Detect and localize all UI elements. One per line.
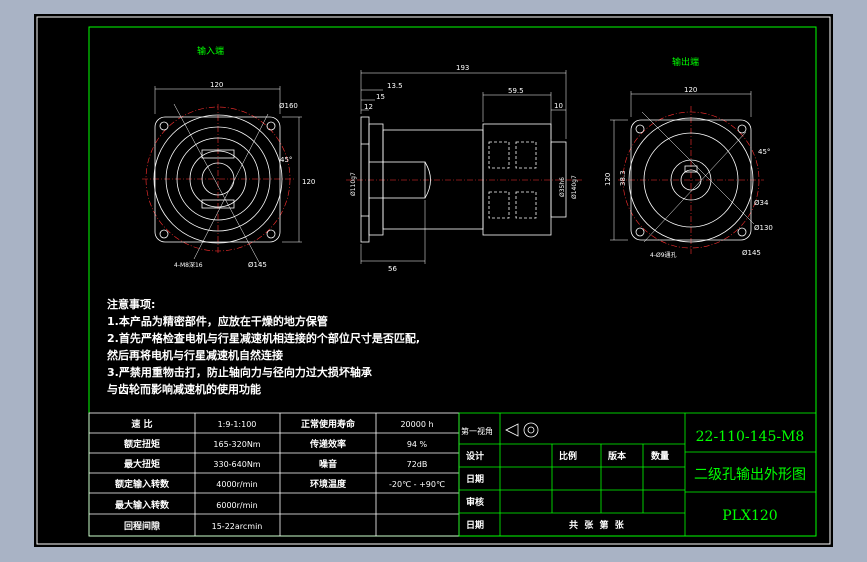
spec-value-r1: 94 % xyxy=(407,440,428,449)
input-end-view: 输入端 120 Ø160 45° 120 4-M8深16 Ø145 xyxy=(142,45,315,269)
dim-out-hole: 4-Ø9通孔 xyxy=(650,251,677,259)
sheets-label: 共 张 第 张 xyxy=(569,519,625,531)
spec-label-r2: 噪音 xyxy=(319,458,337,470)
dim-input-d145: Ø145 xyxy=(248,261,267,269)
audit-label: 审核 xyxy=(466,496,484,508)
inner-frame xyxy=(88,26,817,537)
spec-value-r0: 1:9-1:100 xyxy=(218,420,257,429)
spec-label-r2: 最大扭矩 xyxy=(124,458,160,470)
view-angle-label: 第一视角 xyxy=(461,426,493,436)
dim-side-d140: Ø140g7 xyxy=(571,175,578,199)
dim-side-12: 12 xyxy=(364,103,373,111)
side-view: 193 13.5 15 12 59.5 10 Ø110g7 Ø35h6 Ø140… xyxy=(346,64,582,273)
dim-out-38-3: 38.3 xyxy=(619,170,627,186)
spec-value-r3: 4000r/min xyxy=(216,480,257,489)
spec-value-r3: -20℃ - +90℃ xyxy=(389,480,445,489)
quantity-label: 数量 xyxy=(651,450,669,462)
dim-input-hole: 4-M8深16 xyxy=(174,261,203,269)
dim-out-120: 120 xyxy=(604,173,612,186)
dim-side-13-5: 13.5 xyxy=(387,82,403,90)
note-line-3: 然后再将电机与行星减速机自然连接 xyxy=(107,349,283,362)
dim-input-45: 45° xyxy=(280,156,292,164)
design-label: 设计 xyxy=(466,450,484,462)
spec-value-r2: 330-640Nm xyxy=(213,460,260,469)
dim-out-width: 120 xyxy=(684,86,697,94)
dim-out-d145: Ø145 xyxy=(742,249,761,257)
dim-side-d35: Ø35h6 xyxy=(559,177,566,197)
spec-value-r5: 15-22arcmin xyxy=(212,522,263,531)
scale-label: 比例 xyxy=(559,450,577,462)
note-line-5: 与齿轮而影响减速机的使用功能 xyxy=(107,383,261,396)
dim-out-d34: Ø34 xyxy=(754,199,769,207)
output-view-label: 输出端 xyxy=(672,56,699,68)
dim-side-d110: Ø110g7 xyxy=(350,172,357,196)
spec-value-r1: 165-320Nm xyxy=(213,440,260,449)
note-line-4: 3.严禁用重物击打，防止轴向力与径向力过大损坏轴承 xyxy=(107,366,372,379)
drawing-number: 22-110-145-M8 xyxy=(696,429,805,445)
dim-input-120: 120 xyxy=(302,178,315,186)
first-angle-symbol xyxy=(505,422,539,438)
version-label: 版本 xyxy=(607,450,627,462)
dim-side-15: 15 xyxy=(376,93,385,101)
model-number: PLX120 xyxy=(722,508,777,524)
drawing-title: 二级孔输出外形图 xyxy=(694,467,806,483)
cad-drawing: 输入端 120 Ø160 45° 120 4-M8深16 Ø145 193 13… xyxy=(36,16,831,545)
spec-table xyxy=(88,412,460,537)
dim-input-d160: Ø160 xyxy=(279,102,298,110)
dim-side-59-5: 59.5 xyxy=(508,87,524,95)
spec-value-r4: 6000r/min xyxy=(216,501,257,510)
drawing-sheet: 输入端 120 Ø160 45° 120 4-M8深16 Ø145 193 13… xyxy=(34,14,833,547)
spec-label-r0: 正常使用寿命 xyxy=(301,418,356,430)
spec-label-r3: 环境温度 xyxy=(310,478,347,490)
spec-value-r0: 20000 h xyxy=(400,420,433,429)
spec-label-r4: 最大输入转数 xyxy=(115,499,170,511)
dim-out-45: 45° xyxy=(758,148,770,156)
spec-label-r3: 额定输入转数 xyxy=(115,478,170,490)
spec-label-r1: 传递效率 xyxy=(309,438,346,450)
dim-out-d130: Ø130 xyxy=(754,224,773,232)
date-label-1: 日期 xyxy=(466,473,484,485)
spec-label-r0: 速 比 xyxy=(131,418,152,430)
input-view-label: 输入端 xyxy=(197,45,224,57)
notes-heading: 注意事项: xyxy=(107,298,156,311)
dim-side-193: 193 xyxy=(456,64,469,72)
date-label-2: 日期 xyxy=(466,519,484,531)
dim-side-56: 56 xyxy=(388,265,397,273)
spec-value-r2: 72dB xyxy=(407,460,428,469)
dim-side-10: 10 xyxy=(554,102,563,110)
note-line-1: 1.本产品为精密部件，应放在干燥的地方保管 xyxy=(107,315,328,328)
spec-label-r5: 回程间隙 xyxy=(124,520,160,532)
output-end-view: 输出端 120 45° 120 38.3 Ø34 Ø130 4-Ø9通孔 Ø14… xyxy=(604,56,773,259)
dim-input-width: 120 xyxy=(210,81,223,89)
spec-label-r1: 额定扭矩 xyxy=(124,438,160,450)
note-line-2: 2.首先严格检查电机与行星减速机相连接的个部位尺寸是否匹配, xyxy=(107,332,421,345)
